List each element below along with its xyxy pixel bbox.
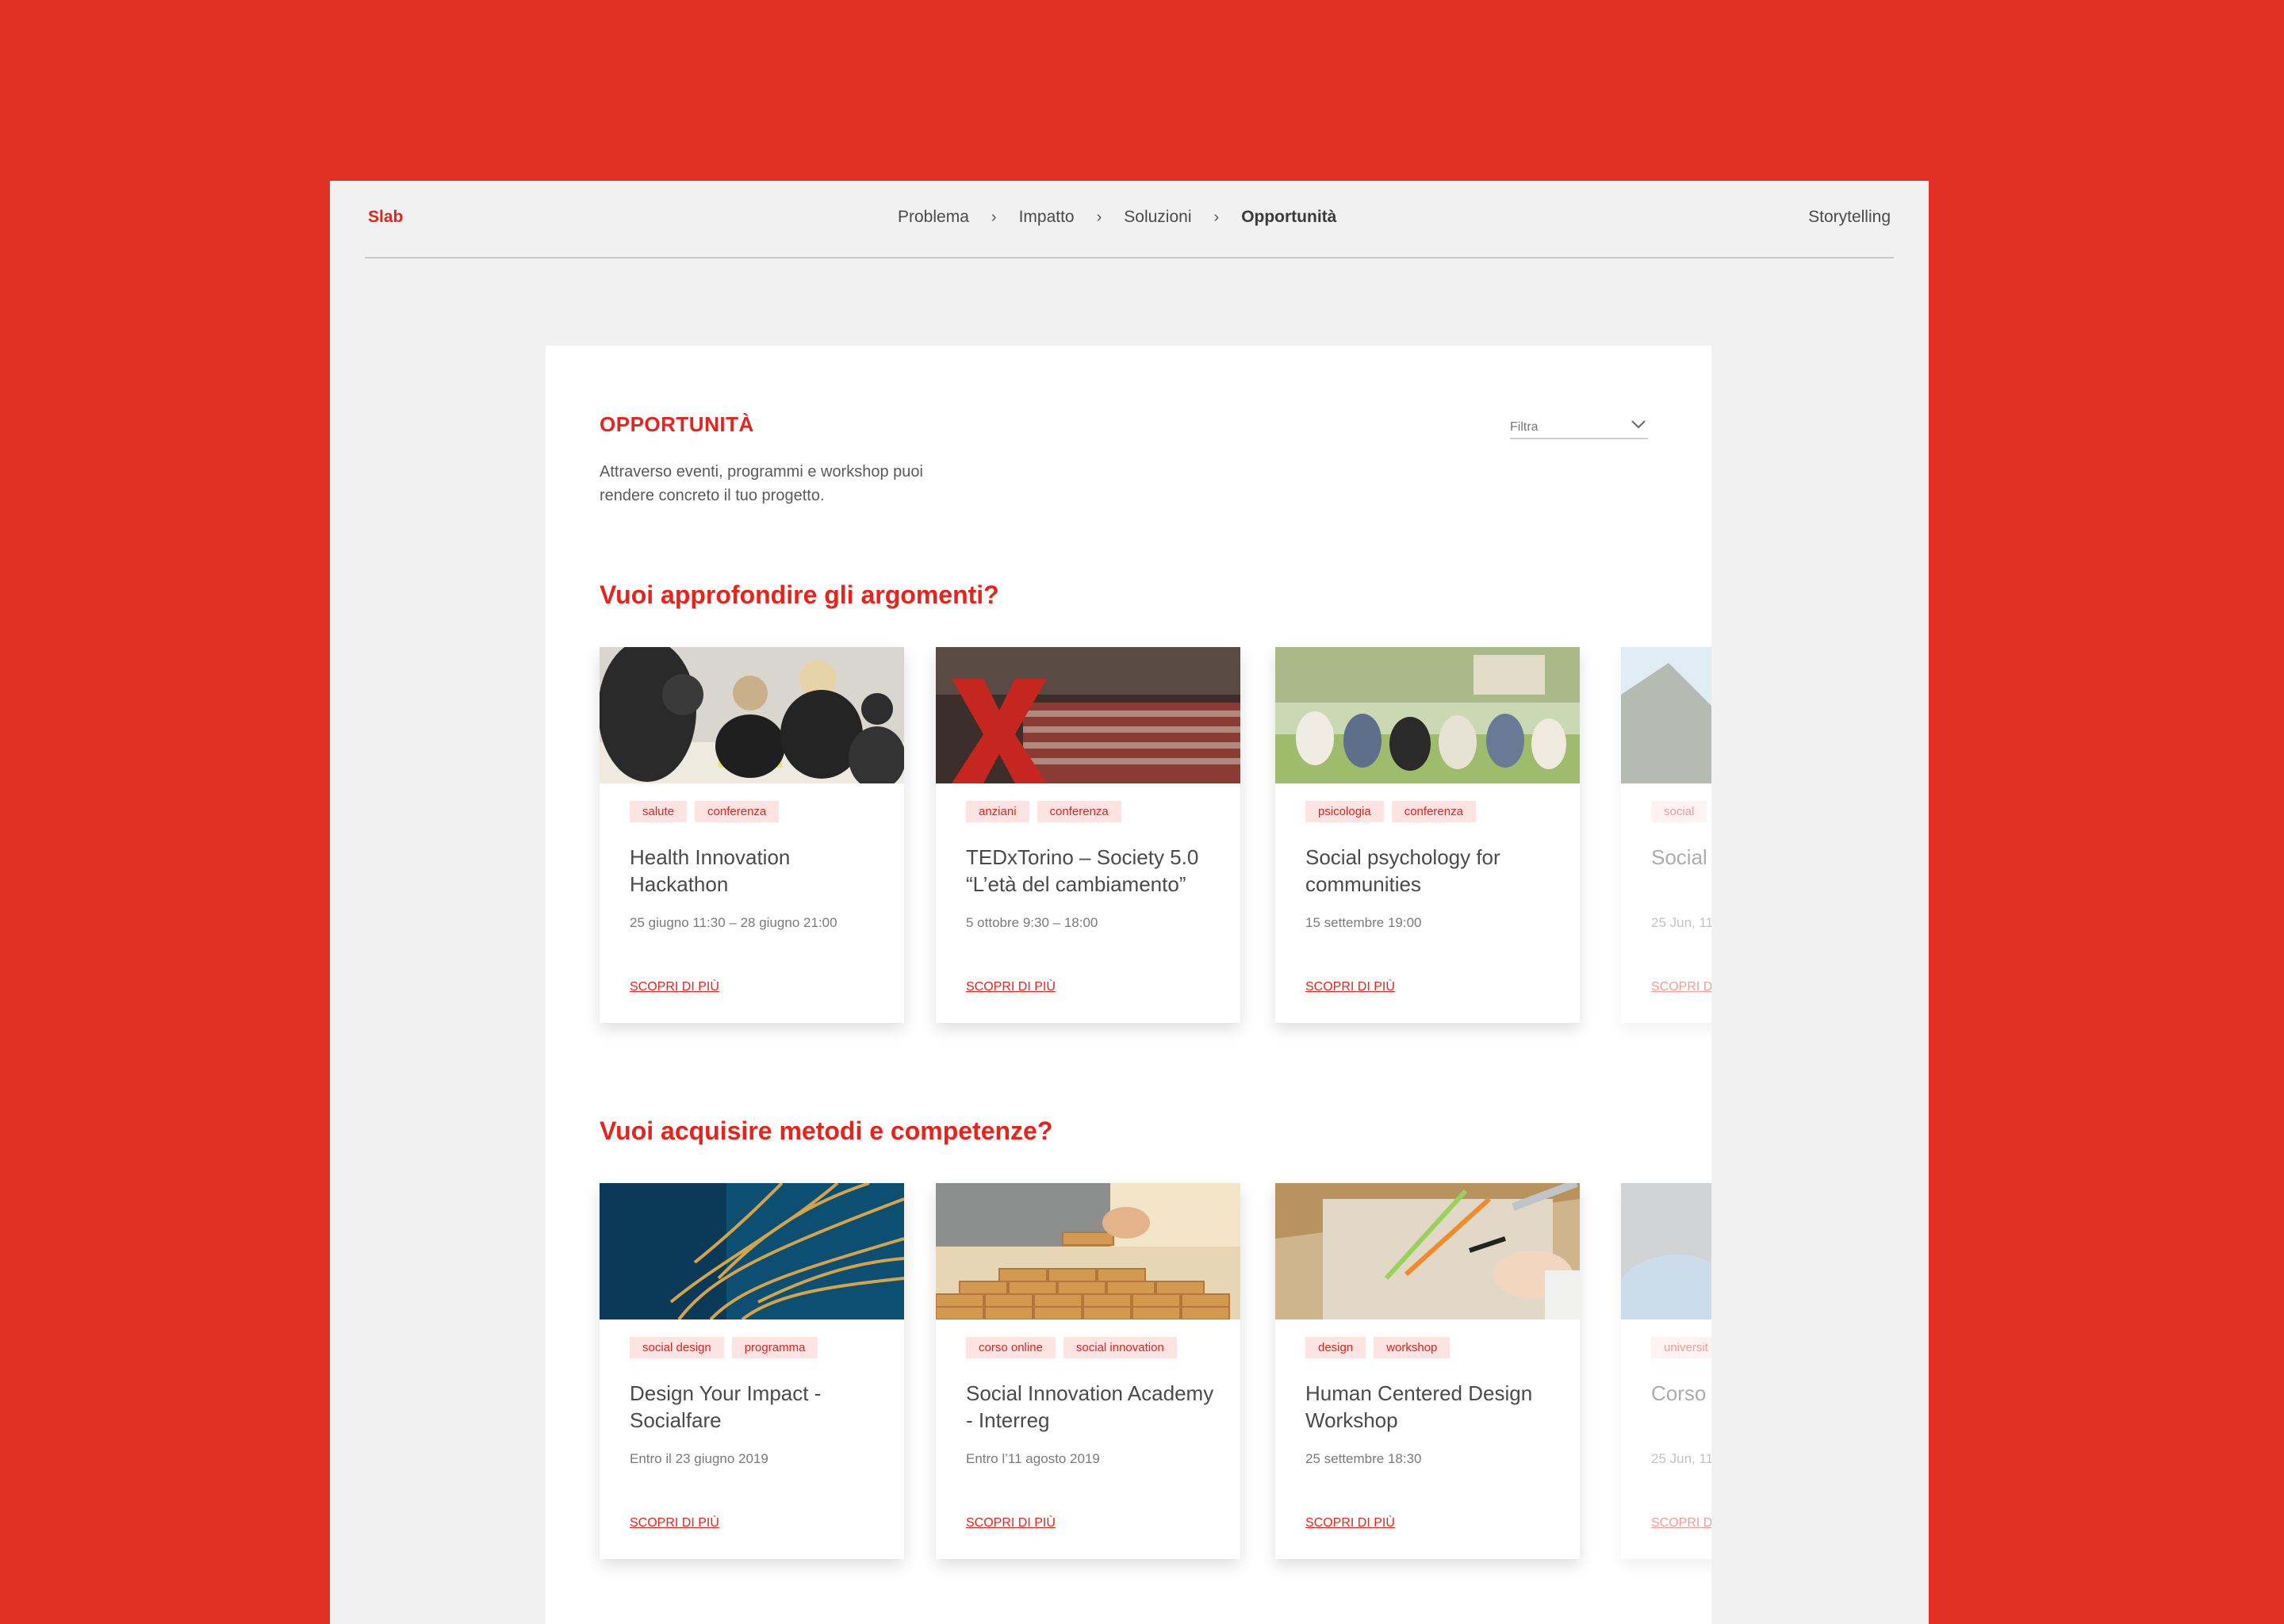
discover-more-link[interactable]: SCOPRI DI PIÙ	[966, 980, 1056, 994]
filter-dropdown[interactable]: Filtra	[1510, 417, 1648, 439]
discover-more-link[interactable]: SCOPRI DI PIÙ	[1651, 1516, 1711, 1530]
event-card[interactable]: social design programma Design Your Impa…	[600, 1183, 904, 1559]
section-title-acquisire: Vuoi acquisire metodi e competenze?	[600, 1116, 1053, 1145]
card-image	[600, 647, 904, 783]
event-card[interactable]: universit Corso 25 Jun, 11 SCOPRI DI PIÙ	[1621, 1183, 1711, 1559]
section-title-approfondire: Vuoi approfondire gli argomenti?	[600, 580, 999, 609]
tag[interactable]: psicologia	[1305, 801, 1384, 822]
event-card[interactable]: social Social Week 25 Jun, 11 SCOPRI DI …	[1621, 647, 1711, 1023]
card-image	[936, 647, 1240, 783]
event-card[interactable]: anziani conferenza TEDxTorino – Society …	[936, 647, 1240, 1023]
card-image	[1275, 1183, 1580, 1320]
tag-list: corso online social innovation	[966, 1337, 1177, 1358]
card-title: Corso	[1651, 1381, 1707, 1405]
tag[interactable]: social design	[630, 1337, 724, 1358]
card-title: Design Your Impact - Socialfare	[630, 1381, 822, 1432]
chevron-down-icon	[1631, 420, 1646, 429]
tag[interactable]: social	[1651, 801, 1707, 822]
card-date: Entro l’11 agosto 2019	[966, 1451, 1100, 1466]
breadcrumb-item-impatto[interactable]: Impatto	[1019, 208, 1075, 227]
discover-more-link[interactable]: SCOPRI DI PIÙ	[630, 1516, 719, 1530]
chevron-right-icon: ›	[1096, 208, 1102, 226]
tag-list: salute conferenza	[630, 801, 780, 822]
tag[interactable]: conferenza	[695, 801, 780, 822]
tag-list: social	[1651, 801, 1707, 822]
chevron-right-icon: ›	[991, 208, 997, 226]
card-image	[1275, 647, 1580, 783]
card-image	[1621, 647, 1711, 783]
tag[interactable]: conferenza	[1391, 801, 1476, 822]
storytelling-link[interactable]: Storytelling	[1808, 208, 1891, 227]
event-card[interactable]: corso online social innovation Social In…	[936, 1183, 1240, 1559]
card-image	[936, 1183, 1240, 1320]
card-title: Health Innovation Hackathon	[630, 845, 791, 896]
card-date: 25 Jun, 11	[1651, 915, 1711, 930]
content-panel: OPPORTUNITÀ Attraverso eventi, programmi…	[546, 346, 1711, 1624]
discover-more-link[interactable]: SCOPRI DI PIÙ	[1305, 980, 1395, 994]
tag-list: social design programma	[630, 1337, 818, 1358]
tag[interactable]: corso online	[966, 1337, 1056, 1358]
chevron-right-icon: ›	[1213, 208, 1220, 226]
card-date: 15 settembre 19:00	[1305, 915, 1422, 930]
filter-label: Filtra	[1510, 420, 1539, 434]
tag[interactable]: workshop	[1374, 1337, 1450, 1358]
discover-more-link[interactable]: SCOPRI DI PIÙ	[1651, 980, 1711, 994]
tag[interactable]: social innovation	[1063, 1337, 1177, 1358]
card-image	[1621, 1183, 1711, 1320]
breadcrumb-item-soluzioni[interactable]: Soluzioni	[1124, 208, 1191, 227]
tag[interactable]: anziani	[966, 801, 1029, 822]
card-title: Social Innovation Academy - Interreg	[966, 1381, 1214, 1432]
tag-list: universit	[1651, 1337, 1711, 1358]
card-image	[600, 1183, 904, 1320]
page-title: OPPORTUNITÀ	[600, 412, 754, 436]
breadcrumb: Problema › Impatto › Soluzioni › Opportu…	[898, 208, 1336, 227]
card-date: 25 giugno 11:30 – 28 giugno 21:00	[630, 915, 837, 930]
breadcrumb-item-problema[interactable]: Problema	[898, 208, 969, 227]
card-title: Social Week	[1651, 845, 1711, 869]
tag[interactable]: conferenza	[1037, 801, 1121, 822]
discover-more-link[interactable]: SCOPRI DI PIÙ	[966, 1516, 1056, 1530]
tag-list: psicologia conferenza	[1305, 801, 1476, 822]
event-card[interactable]: psicologia conferenza Social psychology …	[1275, 647, 1580, 1023]
tag[interactable]: salute	[630, 801, 688, 822]
tag-list: anziani conferenza	[966, 801, 1121, 822]
card-date: Entro il 23 giugno 2019	[630, 1451, 768, 1466]
logo[interactable]: Slab	[368, 208, 403, 227]
app-frame: Slab Problema › Impatto › Soluzioni › Op…	[330, 181, 1929, 1624]
top-navigation: Slab Problema › Impatto › Soluzioni › Op…	[365, 181, 1894, 259]
card-title: Human Centered Design Workshop	[1305, 1381, 1533, 1432]
tag[interactable]: universit	[1651, 1337, 1711, 1358]
card-date: 5 ottobre 9:30 – 18:00	[966, 915, 1098, 930]
card-title: Social psychology for communities	[1305, 845, 1500, 896]
event-card[interactable]: salute conferenza Health Innovation Hack…	[600, 647, 904, 1023]
discover-more-link[interactable]: SCOPRI DI PIÙ	[630, 980, 719, 994]
tag[interactable]: programma	[731, 1337, 818, 1358]
page-intro: Attraverso eventi, programmi e workshop …	[600, 463, 923, 504]
card-date: 25 settembre 18:30	[1305, 1451, 1422, 1466]
breadcrumb-item-opportunita[interactable]: Opportunità	[1241, 208, 1336, 227]
card-title: TEDxTorino – Society 5.0 “L’età del camb…	[966, 845, 1199, 896]
card-date: 25 Jun, 11	[1651, 1451, 1711, 1466]
discover-more-link[interactable]: SCOPRI DI PIÙ	[1305, 1516, 1395, 1530]
tag[interactable]: design	[1305, 1337, 1366, 1358]
event-card[interactable]: design workshop Human Centered Design Wo…	[1275, 1183, 1580, 1559]
tag-list: design workshop	[1305, 1337, 1450, 1358]
